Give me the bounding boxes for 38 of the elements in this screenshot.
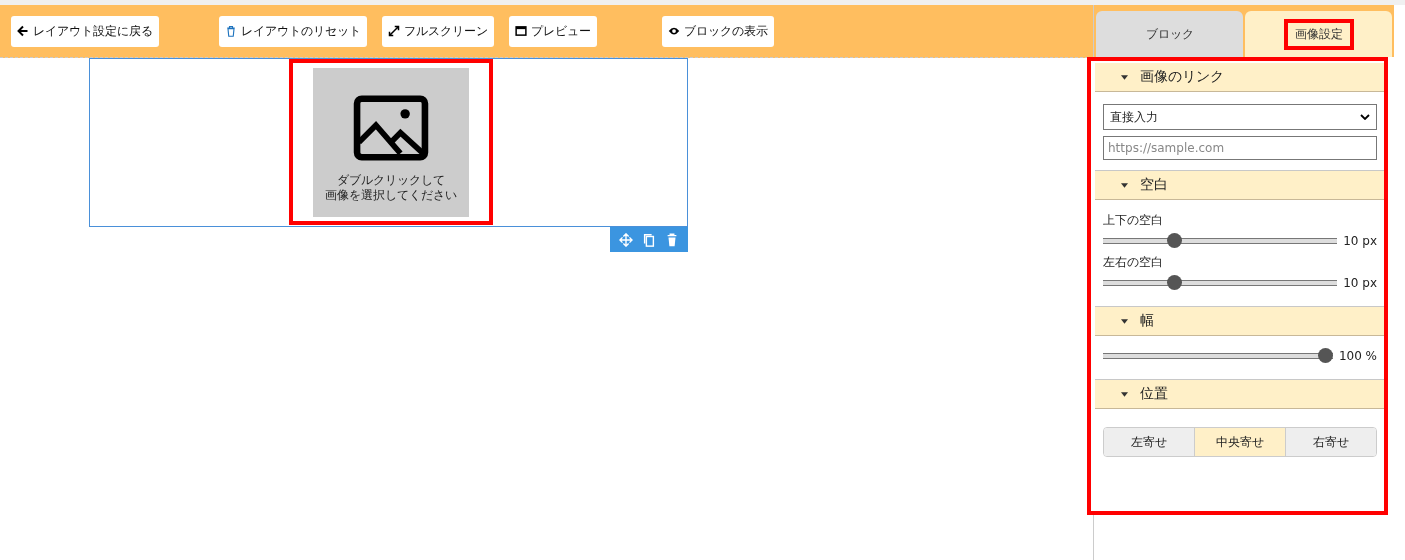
align-button[interactable]: 左寄せ [1104,428,1195,456]
toolbar-button[interactable]: レイアウトのリセット [219,15,367,47]
toolbar-button[interactable]: プレビュー [509,15,597,47]
caret-down-icon [1121,318,1128,324]
window-icon [515,25,527,37]
arrow-left-icon [17,25,29,37]
caret-down-icon [1121,182,1128,188]
slider-reading: 10 px [1343,233,1377,248]
eye-icon [668,25,680,37]
section-header[interactable]: 位置 [1095,379,1384,409]
placeholder-text: 画像を選択してください [325,187,457,203]
expand-icon [388,25,400,37]
chevron-down-icon [1360,114,1370,120]
tab[interactable]: 画像設定 [1245,11,1392,57]
slider-reading: 10 px [1343,275,1377,290]
align-button[interactable]: 中央寄せ [1195,428,1286,456]
caret-down-icon [1121,74,1128,80]
section-header[interactable]: 空白 [1095,170,1384,200]
toolbar-button[interactable]: フルスクリーン [382,15,494,47]
move-icon[interactable] [618,232,633,247]
image-placeholder[interactable]: ダブルクリックして 画像を選択してください [313,67,469,217]
caret-down-icon [1121,391,1128,397]
image-icon [353,94,429,161]
trash-icon [225,25,237,37]
tab[interactable]: ブロック [1096,11,1243,57]
link-type-select[interactable]: 直接入力 [1103,104,1377,130]
slider-reading: 100 % [1338,348,1377,363]
toolbar-button[interactable]: レイアウト設定に戻る [11,15,159,47]
align-button[interactable]: 右寄せ [1286,428,1376,456]
url-field[interactable]: https://sample.com [1103,136,1377,160]
section-header[interactable]: 画像のリンク [1095,63,1384,92]
copy-icon[interactable] [642,232,656,247]
placeholder-text: ダブルクリックして [337,172,445,188]
section-header[interactable]: 幅 [1095,306,1384,336]
image-block[interactable]: ダブルクリックして 画像を選択してください [89,58,688,227]
toolbar-button[interactable]: ブロックの表示 [662,15,774,47]
slider-label: 上下の空白 [1103,212,1164,229]
slider-label: 左右の空白 [1103,254,1164,271]
